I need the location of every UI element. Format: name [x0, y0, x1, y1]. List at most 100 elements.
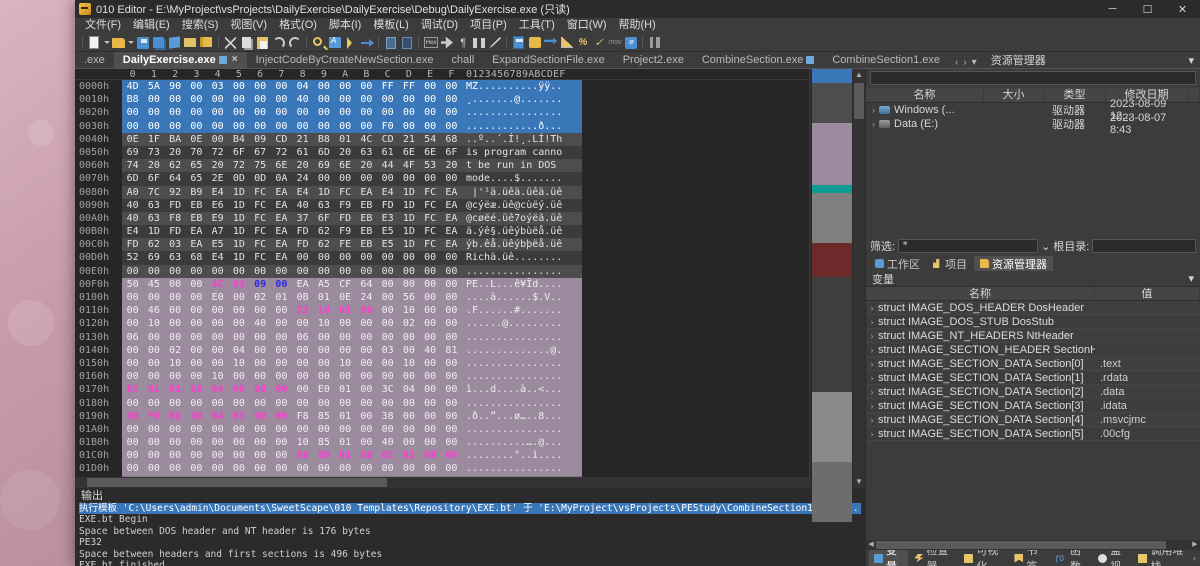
hex-byte[interactable]: 6D [313, 146, 334, 159]
hex-byte[interactable]: 00 [377, 93, 398, 106]
hex-byte[interactable]: 6D [122, 172, 143, 185]
hex-byte[interactable]: 20 [335, 146, 356, 159]
hex-byte[interactable]: 00 [292, 120, 313, 133]
hex-byte[interactable]: 00 [228, 423, 249, 436]
hex-ascii[interactable]: Richä.üê........ [462, 251, 582, 265]
menu-item-tools[interactable]: 工具(T) [513, 18, 561, 33]
hex-byte[interactable]: CD [377, 133, 398, 146]
document-tab[interactable]: .exe [75, 52, 114, 68]
hex-byte[interactable]: 00 [228, 462, 249, 475]
hex-byte[interactable]: 00 [271, 331, 292, 344]
hex-byte[interactable]: 1D [228, 186, 249, 199]
hex-byte[interactable]: 40 [250, 317, 271, 330]
hex-byte[interactable]: 40 [122, 199, 143, 212]
hex-byte[interactable]: 00 [271, 383, 292, 396]
hex-byte[interactable]: 00 [186, 357, 207, 370]
hex-byte[interactable]: 00 [207, 344, 228, 357]
tab-prev-icon[interactable]: ‹ [955, 57, 958, 68]
hex-byte[interactable]: 01 [228, 278, 249, 291]
hex-byte[interactable]: 20 [207, 159, 228, 172]
hex-byte[interactable]: 4F [398, 159, 419, 172]
root-input[interactable] [1092, 239, 1196, 253]
hex-byte[interactable]: F0 [143, 410, 164, 423]
hex-byte[interactable]: 00 [143, 370, 164, 383]
hex-byte[interactable]: 00 [250, 462, 271, 475]
hex-byte[interactable]: FF [377, 80, 398, 93]
save-all-icon[interactable] [151, 35, 166, 50]
checksum-icon[interactable] [399, 35, 414, 50]
hex-byte[interactable]: 00 [441, 397, 462, 410]
hex-byte[interactable]: 00 [313, 106, 334, 119]
hex-byte[interactable]: EA [441, 199, 462, 212]
hex-byte[interactable]: 63 [143, 199, 164, 212]
hex-byte[interactable]: 00 [441, 449, 462, 462]
hex-byte[interactable]: 00 [207, 423, 228, 436]
hex-byte[interactable]: 00 [250, 344, 271, 357]
tab-variables[interactable]: 变量 [869, 545, 909, 566]
calculator-icon[interactable] [511, 35, 526, 50]
hex-byte[interactable]: 00 [186, 397, 207, 410]
file-overview-map[interactable] [809, 69, 853, 522]
hex-ascii[interactable]: ................ [462, 264, 582, 278]
hex-byte[interactable]: 01 [335, 449, 356, 462]
hex-byte[interactable]: 00 [228, 436, 249, 449]
hex-byte[interactable]: 00 [335, 172, 356, 185]
hex-byte[interactable]: 00 [313, 265, 334, 278]
output-line[interactable]: Space between DOS header and NT header i… [79, 526, 861, 537]
find-icon[interactable] [311, 35, 326, 50]
hex-byte[interactable]: 00 [250, 449, 271, 462]
hex-byte[interactable]: 72 [228, 159, 249, 172]
hex-byte[interactable]: 00 [377, 462, 398, 475]
col-var-value[interactable]: 值 [1095, 287, 1200, 300]
hex-byte[interactable]: 00 [356, 80, 377, 93]
hex-byte[interactable]: 00 [420, 383, 441, 396]
hex-byte[interactable]: B4 [228, 133, 249, 146]
hex-byte[interactable]: 01 [313, 291, 334, 304]
hex-byte[interactable]: EB [356, 199, 377, 212]
hex-byte[interactable]: 00 [356, 449, 377, 462]
hex-byte[interactable]: 03 [228, 410, 249, 423]
tab-watch[interactable]: 监视 [1093, 545, 1132, 566]
hex-byte[interactable]: 00 [356, 251, 377, 264]
expand-arrow-icon[interactable]: › [866, 415, 878, 425]
pause-icon[interactable] [647, 35, 662, 50]
hex-byte[interactable]: 94 [207, 410, 228, 423]
hex-byte[interactable]: 00 [143, 462, 164, 475]
hex-row[interactable]: 01B0h 00 00 00 00 00 00 00 00 10 85 01 00 40 00 00 00...… [75, 436, 809, 450]
hex-byte[interactable]: FC [250, 212, 271, 225]
variable-row[interactable]: › struct IMAGE_SECTION_DATA Section[4] .ms… [866, 413, 1200, 427]
hex-byte[interactable]: 1D [398, 238, 419, 251]
hex-byte[interactable]: 00 [207, 93, 228, 106]
expand-arrow-icon[interactable]: › [866, 331, 878, 341]
hex-byte[interactable]: 00 [143, 357, 164, 370]
hex-byte[interactable]: 00 [143, 93, 164, 106]
show-paragraph-icon[interactable]: ¶ [455, 35, 470, 50]
hex-byte[interactable]: 00 [143, 344, 164, 357]
hex-byte[interactable]: 4C [207, 278, 228, 291]
hex-byte[interactable]: 00 [335, 251, 356, 264]
hex-byte[interactable]: 00 [122, 449, 143, 462]
hex-byte[interactable]: EA [441, 186, 462, 199]
menu-item-project[interactable]: 项目(P) [464, 18, 513, 33]
hex-byte[interactable]: 00 [250, 397, 271, 410]
hex-byte[interactable]: 03 [165, 238, 186, 251]
hex-byte[interactable]: 00 [186, 120, 207, 133]
hex-byte[interactable]: 00 [122, 106, 143, 119]
expand-arrow-icon[interactable]: › [866, 401, 878, 411]
hex-byte[interactable]: 63 [313, 199, 334, 212]
col-var-name[interactable]: 名称 [866, 287, 1095, 300]
open-file-icon[interactable] [111, 35, 126, 50]
hex-byte[interactable]: 85 [313, 410, 334, 423]
hex-ascii[interactable]: ..............@. [462, 343, 582, 357]
hex-byte[interactable]: 01 [335, 436, 356, 449]
hex-byte[interactable]: 00 [441, 370, 462, 383]
hex-byte[interactable]: 63 [165, 251, 186, 264]
expand-arrow-icon[interactable]: › [866, 345, 878, 355]
hex-byte[interactable]: 74 [122, 159, 143, 172]
hex-byte[interactable]: FC [250, 225, 271, 238]
hex-byte[interactable]: 00 [271, 423, 292, 436]
hex-row[interactable]: 01A0h 00 00 00 00 00 00 00 00 00 00 00 00 00 00 00 00...… [75, 422, 809, 437]
hex-byte[interactable]: 00 [377, 291, 398, 304]
hex-row[interactable]: 0030h 00 00 00 00 00 00 00 00 00 00 00 00 F0 00 00 00...… [75, 119, 809, 133]
hex-byte[interactable]: 00 [356, 172, 377, 185]
